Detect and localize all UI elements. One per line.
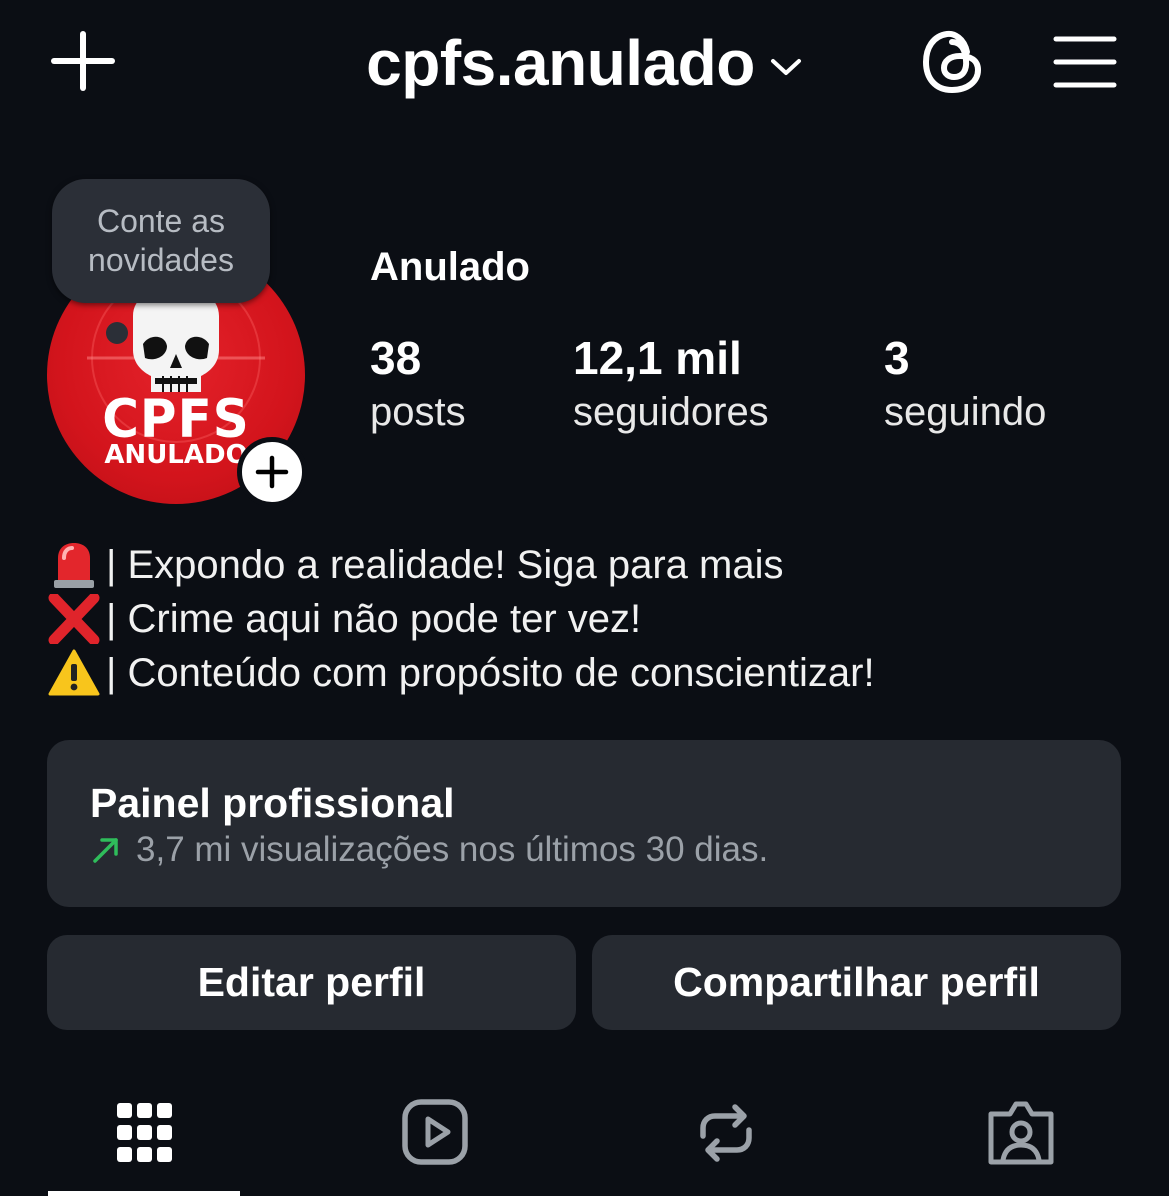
plus-icon — [255, 455, 289, 489]
bio-line: | Conteúdo com propósito de conscientiza… — [48, 646, 875, 700]
following-count[interactable]: 3 seguindo — [884, 330, 1046, 438]
share-profile-button[interactable]: Compartilhar perfil — [592, 935, 1121, 1030]
grid-icon — [117, 1103, 172, 1162]
bio: | Expondo a realidade! Siga para mais | … — [48, 538, 875, 700]
reposts-icon — [700, 1104, 752, 1162]
professional-dashboard-card[interactable]: Painel profissional 3,7 mi visualizações… — [47, 740, 1121, 907]
bio-text: | Expondo a realidade! Siga para mais — [106, 542, 784, 587]
siren-icon — [54, 543, 94, 588]
cross-mark-icon — [48, 594, 100, 644]
bio-text: | Conteúdo com propósito de conscientiza… — [106, 650, 875, 695]
stat-label: posts — [370, 390, 466, 434]
professional-dashboard-title: Painel profissional — [90, 780, 455, 826]
followers-count[interactable]: 12,1 mil seguidores — [573, 330, 769, 438]
note-line-1: Conte as — [96, 203, 226, 239]
bio-line: | Expondo a realidade! Siga para mais — [48, 538, 875, 592]
stat-value: 3 — [884, 332, 910, 384]
posts-count[interactable]: 38 posts — [370, 330, 466, 438]
professional-dashboard-subtitle: 3,7 mi visualizações nos últimos 30 dias… — [90, 830, 768, 870]
tab-reels[interactable] — [400, 1098, 470, 1168]
tab-reposts[interactable] — [691, 1098, 761, 1168]
note-bubble-tail — [106, 322, 128, 344]
tagged-icon — [988, 1101, 1054, 1165]
display-name: Anulado — [370, 245, 530, 289]
add-story-button[interactable] — [237, 437, 307, 507]
stat-label: seguidores — [573, 390, 769, 434]
username: cpfs.anulado — [366, 27, 755, 99]
threads-icon — [922, 30, 982, 94]
chevron-down-icon — [770, 59, 801, 75]
note-line-2: novidades — [88, 242, 234, 278]
menu-icon — [1053, 36, 1117, 88]
trend-up-arrow-icon — [93, 838, 118, 863]
note-bubble[interactable]: Conte as novidades — [52, 179, 270, 303]
active-tab-indicator — [48, 1191, 240, 1196]
edit-profile-button[interactable]: Editar perfil — [47, 935, 576, 1030]
tab-tagged[interactable] — [986, 1098, 1056, 1168]
warning-icon — [48, 649, 100, 696]
stat-value: 38 — [370, 332, 422, 384]
tab-posts-grid[interactable] — [110, 1098, 180, 1168]
stat-label: seguindo — [884, 390, 1047, 434]
stat-value: 12,1 mil — [573, 332, 742, 384]
threads-button[interactable] — [920, 26, 986, 98]
bio-text: | Crime aqui não pode ter vez! — [106, 596, 642, 641]
reels-icon — [402, 1099, 468, 1165]
bio-line: | Crime aqui não pode ter vez! — [48, 592, 875, 646]
views-summary: 3,7 mi visualizações nos últimos 30 dias… — [136, 830, 769, 869]
menu-button[interactable] — [1052, 34, 1118, 90]
account-switcher[interactable]: cpfs.anulado — [0, 26, 1169, 100]
